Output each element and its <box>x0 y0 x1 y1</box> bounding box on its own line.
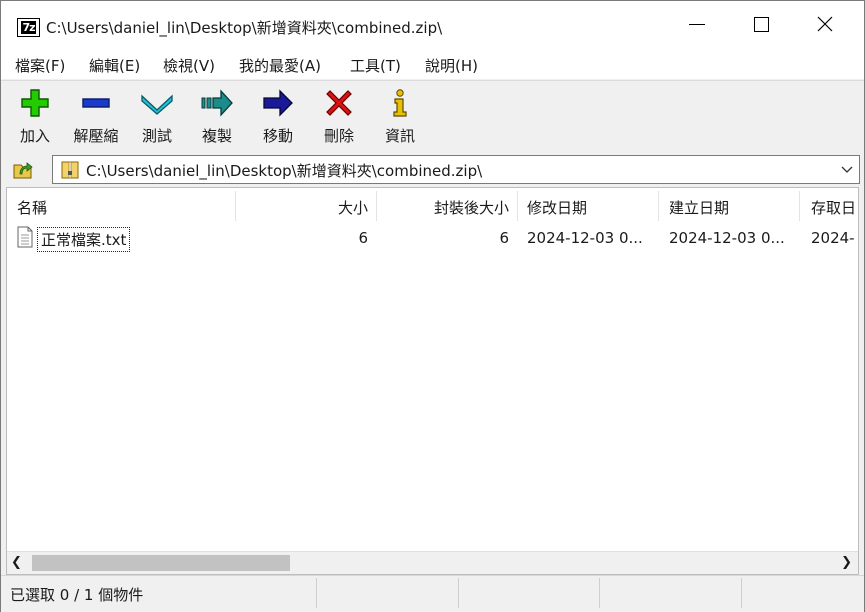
col-divider[interactable] <box>799 191 800 221</box>
test-icon <box>141 94 173 115</box>
table-row[interactable]: 正常檔案.txt 6 6 2024-12-03 0... 2024-12-03 … <box>7 225 858 252</box>
address-combobox[interactable]: C:\Users\daniel_lin\Desktop\新增資料夾\combin… <box>52 155 860 184</box>
menu-help[interactable]: 說明(H) <box>425 55 478 76</box>
scroll-right-icon[interactable]: ❯ <box>841 555 852 570</box>
title-bar[interactable]: 7z C:\Users\daniel_lin\Desktop\新增資料夾\com… <box>1 1 864 47</box>
toolbar: 加入 解壓縮 測試 複製 移動 刪除 資訊 <box>1 80 864 153</box>
col-divider[interactable] <box>235 191 236 221</box>
extract-button[interactable]: 解壓縮 <box>66 85 126 149</box>
copy-label: 複製 <box>201 127 232 145</box>
delete-label: 刪除 <box>323 127 354 145</box>
app-window: 7z C:\Users\daniel_lin\Desktop\新增資料夾\com… <box>0 0 865 612</box>
extract-label: 解壓縮 <box>73 127 119 145</box>
col-header-accessed[interactable]: 存取日 <box>811 197 856 218</box>
add-button[interactable]: 加入 <box>5 85 65 149</box>
status-bar: 已選取 0 / 1 個物件 <box>1 575 864 612</box>
text-file-icon <box>17 226 33 248</box>
minimize-icon <box>689 23 705 25</box>
maximize-button[interactable] <box>729 1 793 47</box>
add-label: 加入 <box>19 127 50 145</box>
move-icon <box>263 89 293 117</box>
add-icon <box>21 89 49 117</box>
window-title: C:\Users\daniel_lin\Desktop\新增資料夾\combin… <box>46 19 443 37</box>
maximize-icon <box>753 16 769 32</box>
delete-icon <box>326 90 352 116</box>
extract-icon <box>82 98 110 108</box>
menu-favorites[interactable]: 我的最愛(A) <box>239 55 321 76</box>
file-modified: 2024-12-03 0... <box>527 229 643 247</box>
col-divider[interactable] <box>376 191 377 221</box>
menu-edit[interactable]: 編輯(E) <box>89 55 140 76</box>
info-label: 資訊 <box>384 127 415 145</box>
horizontal-scrollbar[interactable]: ❮ ❯ <box>7 551 858 574</box>
status-divider <box>458 578 459 608</box>
up-folder-button[interactable] <box>11 157 35 181</box>
menu-bar: 檔案(F) 編輯(E) 檢視(V) 我的最愛(A) 工具(T) 說明(H) <box>1 47 864 79</box>
chevron-down-icon[interactable] <box>839 161 855 177</box>
close-icon <box>817 16 833 32</box>
test-button[interactable]: 測試 <box>127 85 187 149</box>
list-header: 名稱 大小 封裝後大小 修改日期 建立日期 存取日 <box>7 188 858 224</box>
file-size: 6 <box>358 229 368 247</box>
col-header-packed-size[interactable]: 封裝後大小 <box>434 197 509 218</box>
address-path: C:\Users\daniel_lin\Desktop\新增資料夾\combin… <box>86 162 483 180</box>
status-divider <box>599 578 600 608</box>
status-selection: 已選取 0 / 1 個物件 <box>10 586 144 604</box>
file-name[interactable]: 正常檔案.txt <box>37 227 131 252</box>
address-bar: C:\Users\daniel_lin\Desktop\新增資料夾\combin… <box>1 152 864 186</box>
col-header-created[interactable]: 建立日期 <box>669 197 729 218</box>
minimize-button[interactable] <box>665 1 729 47</box>
close-button[interactable] <box>793 1 857 47</box>
test-label: 測試 <box>141 127 172 145</box>
col-header-modified[interactable]: 修改日期 <box>527 197 587 218</box>
status-divider <box>316 578 317 608</box>
scroll-thumb[interactable] <box>32 555 290 571</box>
col-header-size[interactable]: 大小 <box>338 197 368 218</box>
file-accessed: 2024- <box>811 229 855 247</box>
file-list[interactable]: 名稱 大小 封裝後大小 修改日期 建立日期 存取日 正常檔案.txt 6 6 2… <box>6 187 859 575</box>
scroll-left-icon[interactable]: ❮ <box>11 555 22 570</box>
7zip-logo-icon: 7z <box>17 18 40 37</box>
copy-button[interactable]: 複製 <box>187 85 247 149</box>
col-divider[interactable] <box>658 191 659 221</box>
zip-folder-icon <box>61 161 79 179</box>
info-button[interactable]: 資訊 <box>370 85 430 149</box>
status-divider <box>741 578 742 608</box>
file-created: 2024-12-03 0... <box>669 229 785 247</box>
col-divider[interactable] <box>517 191 518 221</box>
file-packed-size: 6 <box>499 229 509 247</box>
move-label: 移動 <box>262 127 293 145</box>
copy-icon <box>201 89 233 117</box>
menu-file[interactable]: 檔案(F) <box>15 55 65 76</box>
up-folder-icon <box>13 162 33 179</box>
menu-tools[interactable]: 工具(T) <box>350 55 401 76</box>
info-icon <box>393 89 407 117</box>
delete-button[interactable]: 刪除 <box>309 85 369 149</box>
col-header-name[interactable]: 名稱 <box>17 197 47 218</box>
menu-view[interactable]: 檢視(V) <box>163 55 215 76</box>
move-button[interactable]: 移動 <box>248 85 308 149</box>
